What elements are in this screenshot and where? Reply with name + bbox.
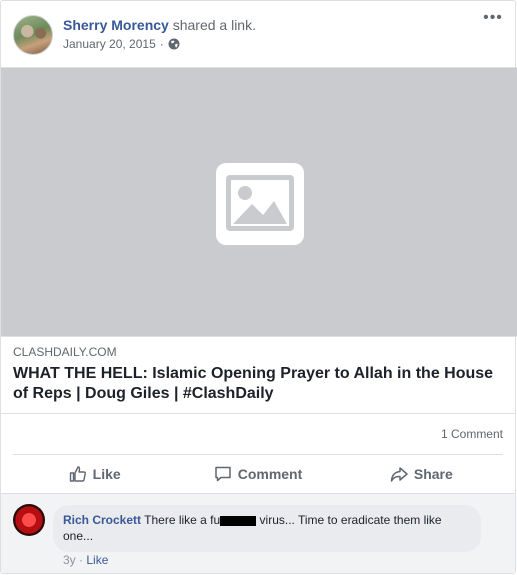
meta-separator: ·: [159, 37, 164, 51]
link-domain: CLASHDAILY.COM: [13, 345, 117, 359]
share-label: Share: [413, 466, 453, 482]
post-header: Sherry Morency shared a link. January 20…: [13, 10, 503, 57]
more-options-icon[interactable]: •••: [483, 10, 503, 29]
commenter-name[interactable]: Rich Crockett: [63, 513, 141, 527]
divider: [1, 413, 515, 414]
image-placeholder-icon: [216, 163, 304, 245]
comment-time[interactable]: 3y: [63, 553, 76, 567]
comment-icon: [214, 466, 231, 482]
link-image[interactable]: [1, 67, 517, 337]
comments-section: Rich Crockett There like a fu virus... T…: [1, 494, 515, 573]
comment-button[interactable]: Comment: [176, 455, 339, 493]
comment-like-link[interactable]: Like: [86, 553, 108, 567]
post-meta: January 20, 2015 ·: [63, 37, 180, 51]
comment-meta-separator: ·: [79, 553, 84, 567]
share-icon: [390, 467, 408, 482]
globe-icon[interactable]: [168, 38, 180, 50]
post-date[interactable]: January 20, 2015: [63, 37, 156, 51]
comment-count[interactable]: 1 Comment: [441, 427, 503, 441]
comment-bubble: Rich Crockett There like a fu virus... T…: [53, 505, 481, 552]
like-button[interactable]: Like: [13, 455, 176, 493]
post-card: Sherry Morency shared a link. January 20…: [0, 0, 517, 574]
commenter-avatar[interactable]: [13, 504, 45, 536]
comment-text-start: There like a fu: [144, 513, 221, 527]
author-name[interactable]: Sherry Morency: [63, 17, 169, 33]
like-label: Like: [92, 466, 121, 482]
link-title[interactable]: WHAT THE HELL: Islamic Opening Prayer to…: [13, 364, 503, 404]
link-details[interactable]: CLASHDAILY.COM WHAT THE HELL: Islamic Op…: [13, 345, 503, 404]
post-action-text: shared a link.: [172, 17, 256, 33]
comment-label: Comment: [237, 466, 303, 482]
redaction-bar: [220, 515, 257, 526]
action-bar: Like Comment Share: [13, 455, 503, 493]
thumbs-up-icon: [69, 466, 86, 482]
author-avatar[interactable]: [13, 15, 53, 55]
post-title-line: Sherry Morency shared a link.: [63, 17, 256, 33]
share-button[interactable]: Share: [340, 455, 503, 493]
comment-meta: 3y · Like: [63, 553, 108, 567]
